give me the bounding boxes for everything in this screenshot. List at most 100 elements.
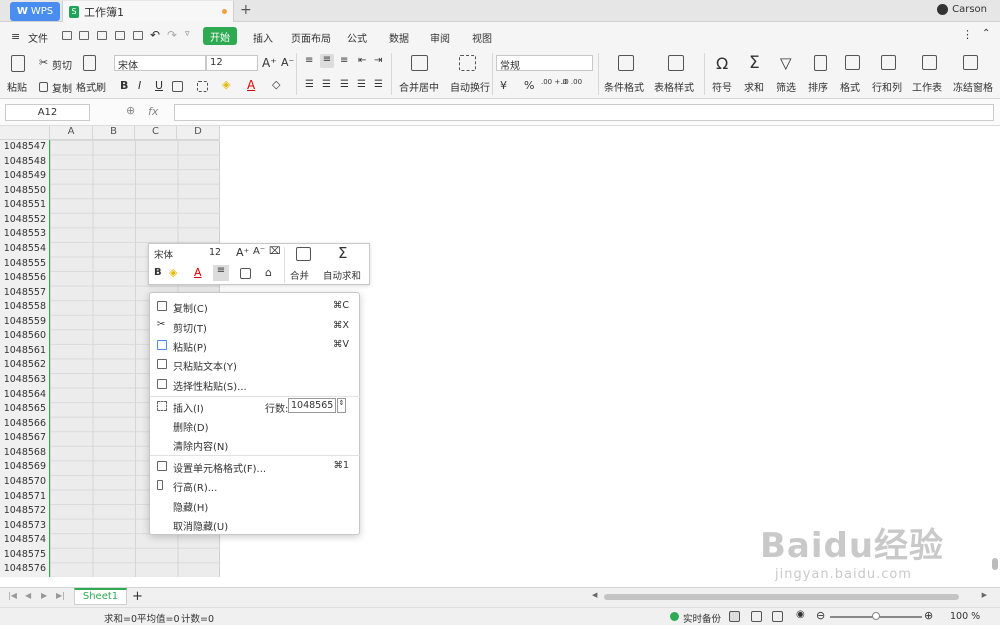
last-sheet-icon[interactable]: ▶|: [56, 591, 65, 600]
filter-button[interactable]: 筛选: [776, 79, 796, 94]
align-right-icon[interactable]: ☰: [340, 79, 349, 90]
file-menu[interactable]: 文件: [28, 30, 48, 45]
sort-icon[interactable]: [814, 55, 827, 71]
format-painter-button[interactable]: 格式刷: [76, 79, 106, 94]
menu-item-copy[interactable]: 复制(C) ⌘C: [150, 297, 361, 315]
merge-borders-icon[interactable]: [197, 81, 208, 92]
name-box[interactable]: A12: [5, 104, 90, 121]
tab-review[interactable]: 审阅: [430, 30, 450, 45]
redo-icon[interactable]: ↷: [167, 28, 177, 42]
zoom-slider-handle[interactable]: [872, 612, 880, 620]
reading-mode-icon[interactable]: ◉: [796, 609, 805, 620]
mini-size-select[interactable]: 12: [206, 246, 238, 261]
omega-icon[interactable]: Ω: [716, 54, 728, 73]
row-header[interactable]: 1048548: [0, 155, 49, 170]
row-header[interactable]: 1048560: [0, 329, 49, 344]
font-grow-icon[interactable]: A⁺: [262, 56, 277, 70]
format-painter-icon[interactable]: [83, 55, 96, 71]
insert-function-button[interactable]: fx: [148, 105, 158, 118]
mini-merge-icon[interactable]: [296, 247, 311, 261]
align-center-icon[interactable]: ☰: [322, 79, 331, 90]
tab-insert[interactable]: 插入: [253, 30, 273, 45]
print-icon[interactable]: [115, 31, 125, 40]
italic-button[interactable]: I: [138, 79, 141, 92]
row-header[interactable]: 1048556: [0, 271, 49, 286]
menu-item-paste-special[interactable]: 选择性粘贴(S)...: [150, 375, 361, 393]
row-header[interactable]: 1048565: [0, 402, 49, 417]
zoom-out-icon[interactable]: ⊖: [816, 609, 825, 622]
undo-icon[interactable]: ↶: [150, 28, 160, 42]
menu-item-hide[interactable]: 隐藏(H): [150, 496, 361, 514]
row-header[interactable]: 1048570: [0, 475, 49, 490]
font-name-select[interactable]: 宋体: [114, 55, 206, 72]
customize-quick-access-icon[interactable]: ▿: [185, 29, 190, 39]
conditional-format-icon[interactable]: [618, 55, 634, 71]
save-icon[interactable]: [79, 31, 89, 40]
menu-item-insert[interactable]: 插入(I) 行数: 1048565 ⇕: [150, 397, 361, 415]
bold-button[interactable]: B: [120, 79, 128, 92]
first-sheet-icon[interactable]: |◀: [8, 591, 17, 600]
distributed-icon[interactable]: ☰: [374, 79, 383, 90]
menu-item-cut[interactable]: ✂ 剪切(T) ⌘X: [150, 317, 361, 335]
mini-borders-icon[interactable]: [240, 268, 251, 279]
currency-icon[interactable]: ¥: [500, 79, 507, 92]
add-sheet-button[interactable]: +: [132, 589, 143, 604]
column-header-c[interactable]: C: [135, 126, 177, 140]
tab-page-layout[interactable]: 页面布局: [291, 30, 331, 45]
mini-clear-icon[interactable]: ⌧: [269, 246, 281, 257]
font-shrink-icon[interactable]: A⁻: [281, 56, 294, 69]
normal-view-icon[interactable]: [729, 611, 740, 622]
tab-formulas[interactable]: 公式: [347, 30, 367, 45]
column-header-b[interactable]: B: [93, 126, 135, 140]
row-col-button[interactable]: 行和列: [872, 79, 902, 94]
menu-item-unhide[interactable]: 取消隐藏(U): [150, 515, 361, 533]
row-header[interactable]: 1048549: [0, 169, 49, 184]
paste-button[interactable]: 粘贴: [7, 79, 27, 94]
menu-item-format-cells[interactable]: 设置单元格格式(F)... ⌘1: [150, 457, 361, 475]
zoom-level[interactable]: 100 %: [950, 611, 980, 622]
collapse-ribbon-icon[interactable]: ⌃: [982, 28, 990, 39]
scroll-thumb[interactable]: [992, 558, 998, 570]
merge-center-icon[interactable]: [411, 55, 428, 71]
fill-color-icon[interactable]: ◈: [222, 78, 230, 91]
align-middle-icon[interactable]: ≡: [320, 54, 334, 68]
mini-format-painter-icon[interactable]: ⌂: [265, 266, 272, 279]
freeze-panes-button[interactable]: 冻结窗格: [953, 79, 993, 94]
wrap-text-icon[interactable]: [459, 55, 476, 71]
menu-item-paste-text[interactable]: 只粘贴文本(Y): [150, 355, 361, 373]
underline-button[interactable]: U: [155, 79, 163, 92]
row-header[interactable]: 1048558: [0, 300, 49, 315]
workbook-tab[interactable]: S 工作簿1: [62, 1, 234, 22]
mini-merge-button[interactable]: 合并: [290, 268, 309, 282]
row-header[interactable]: 1048573: [0, 519, 49, 534]
merge-center-button[interactable]: 合并居中: [399, 79, 439, 94]
zoom-lookup-icon[interactable]: ⊕: [126, 104, 135, 117]
column-header-a[interactable]: A: [50, 126, 93, 140]
menu-item-paste[interactable]: 粘贴(P) ⌘V: [150, 336, 361, 354]
row-header[interactable]: 1048552: [0, 213, 49, 228]
wps-home-tab[interactable]: W WPS: [10, 2, 60, 21]
row-header[interactable]: 1048553: [0, 227, 49, 242]
justify-icon[interactable]: ☰: [357, 79, 366, 90]
conditional-format-button[interactable]: 条件格式: [604, 79, 644, 94]
column-header-d[interactable]: D: [177, 126, 220, 140]
hamburger-icon[interactable]: ≡: [11, 30, 20, 43]
new-tab-button[interactable]: +: [240, 2, 252, 18]
formula-input[interactable]: [174, 104, 994, 121]
row-header[interactable]: 1048566: [0, 417, 49, 432]
select-all-corner[interactable]: [0, 126, 50, 140]
row-header[interactable]: 1048575: [0, 548, 49, 563]
row-header[interactable]: 1048555: [0, 257, 49, 272]
scroll-right-icon[interactable]: ▶: [982, 591, 987, 599]
prev-sheet-icon[interactable]: ◀: [25, 591, 31, 600]
tab-view[interactable]: 视图: [472, 30, 492, 45]
table-style-icon[interactable]: [668, 55, 684, 71]
indent-decrease-icon[interactable]: ⇤: [358, 55, 366, 66]
row-header[interactable]: 1048562: [0, 358, 49, 373]
decrease-decimal-button[interactable]: .0 .00: [562, 78, 582, 86]
zoom-slider[interactable]: [830, 612, 922, 620]
borders-icon[interactable]: [172, 81, 183, 92]
font-size-select[interactable]: 12: [206, 55, 258, 71]
funnel-icon[interactable]: ▽: [780, 54, 792, 72]
print-preview-icon[interactable]: [133, 31, 143, 40]
